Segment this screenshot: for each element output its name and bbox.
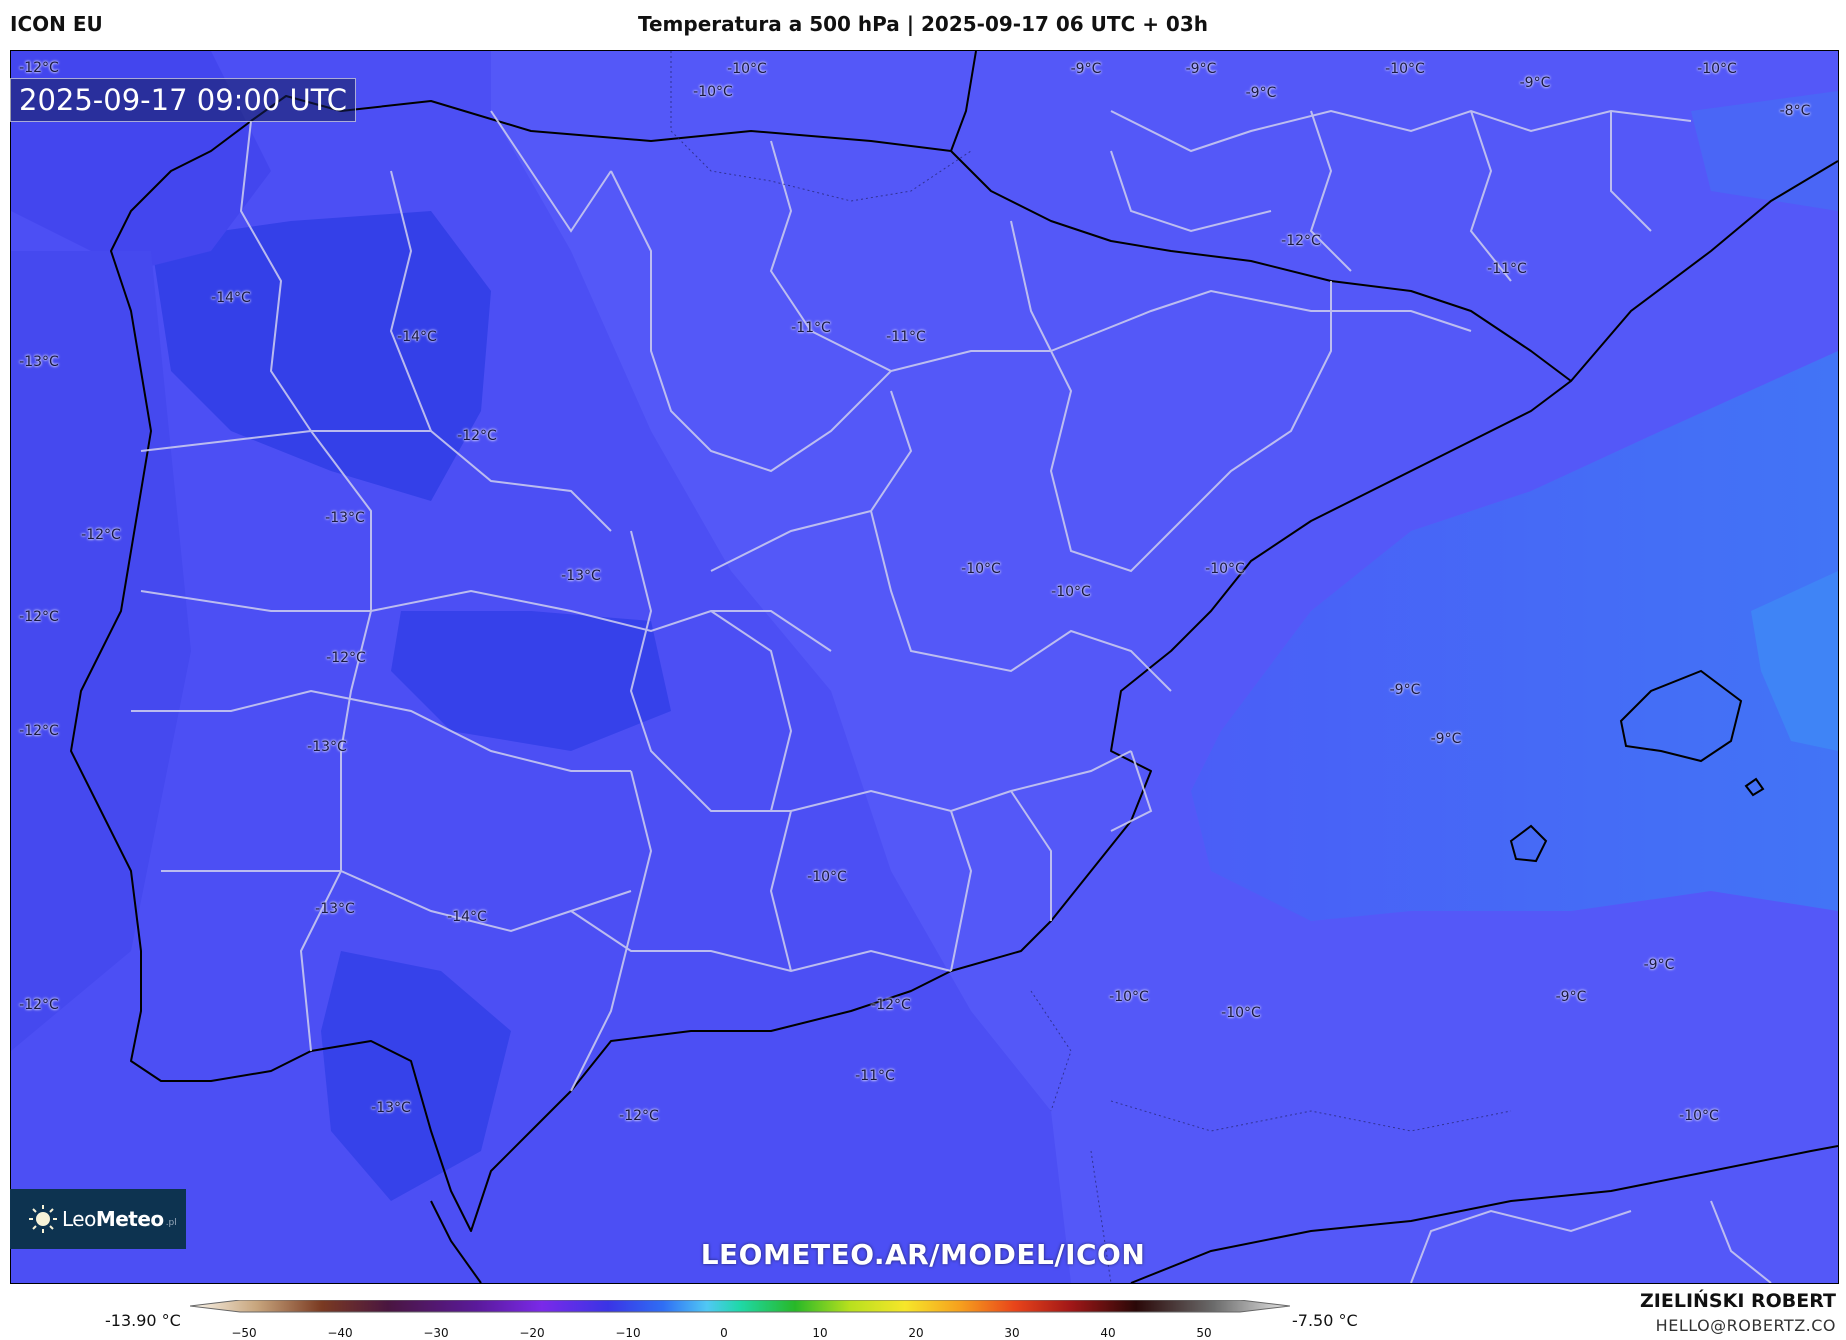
temp-label: -11°C [1487, 261, 1527, 277]
temperature-map: -12°C -10°C -10°C -9°C -9°C -9°C -10°C -… [10, 50, 1839, 1284]
temp-label: -11°C [791, 320, 831, 336]
temp-label: -12°C [871, 997, 911, 1013]
temp-label: -12°C [19, 997, 59, 1013]
temp-label: -10°C [1109, 989, 1149, 1005]
website-watermark: LEOMETEO.AR/MODEL/ICON [700, 1238, 1146, 1271]
temp-label: -12°C [19, 60, 59, 76]
temp-label: -9°C [1555, 989, 1587, 1005]
author-name: ZIELIŃSKI ROBERT [1640, 1290, 1836, 1312]
temp-label: -13°C [325, 510, 365, 526]
temp-label: -10°C [1679, 1108, 1719, 1124]
temp-label: -12°C [457, 428, 497, 444]
sun-icon [29, 1205, 57, 1233]
temp-label: -12°C [1281, 233, 1321, 249]
temp-label: -9°C [1185, 61, 1217, 77]
temp-label: -9°C [1389, 682, 1421, 698]
temp-label: -9°C [1070, 61, 1102, 77]
temp-label: -10°C [1221, 1005, 1261, 1021]
author-email[interactable]: HELLO@ROBERTZ.CO [1640, 1316, 1836, 1335]
logo-suffix: .pl [165, 1218, 177, 1228]
temp-label: -13°C [371, 1100, 411, 1116]
temp-label: -10°C [1051, 584, 1091, 600]
temp-label: -10°C [961, 561, 1001, 577]
valid-time-badge: 2025-09-17 09:00 UTC [10, 78, 357, 122]
temp-label: -14°C [397, 329, 437, 345]
colorbar-min-label: -13.90 °C [105, 1311, 181, 1330]
temp-label: -10°C [693, 84, 733, 100]
temp-label: -13°C [19, 354, 59, 370]
temp-label: -10°C [807, 869, 847, 885]
temp-label: -14°C [447, 909, 487, 925]
author-credit: ZIELIŃSKI ROBERT HELLO@ROBERTZ.CO [1640, 1290, 1836, 1335]
temp-label: -10°C [727, 61, 767, 77]
temp-label: -9°C [1245, 85, 1277, 101]
temp-label: -11°C [855, 1068, 895, 1084]
temp-label: -10°C [1205, 561, 1245, 577]
map-graphics [11, 51, 1838, 1283]
temp-label: -10°C [1697, 61, 1737, 77]
colorbar [190, 1300, 1290, 1313]
temp-label: -12°C [326, 650, 366, 666]
logo-text: LeoMeteo [62, 1207, 164, 1231]
temp-label: -13°C [307, 739, 347, 755]
temp-label: -12°C [619, 1108, 659, 1124]
colorbar-gradient [190, 1300, 1290, 1313]
temp-label: -11°C [886, 329, 926, 345]
temp-label: -8°C [1779, 103, 1811, 119]
temp-label: -14°C [211, 290, 251, 306]
map-title: Temperatura a 500 hPa | 2025-09-17 06 UT… [637, 12, 1208, 36]
temp-label: -9°C [1430, 731, 1462, 747]
temp-label: -12°C [19, 609, 59, 625]
temp-label: -13°C [561, 568, 601, 584]
temp-label: -12°C [19, 723, 59, 739]
temp-label: -12°C [81, 527, 121, 543]
colorbar-max-label: -7.50 °C [1292, 1311, 1358, 1330]
temp-label: -13°C [315, 901, 355, 917]
temp-label: -9°C [1643, 957, 1675, 973]
temp-label: -9°C [1519, 75, 1551, 91]
temp-label: -10°C [1385, 61, 1425, 77]
